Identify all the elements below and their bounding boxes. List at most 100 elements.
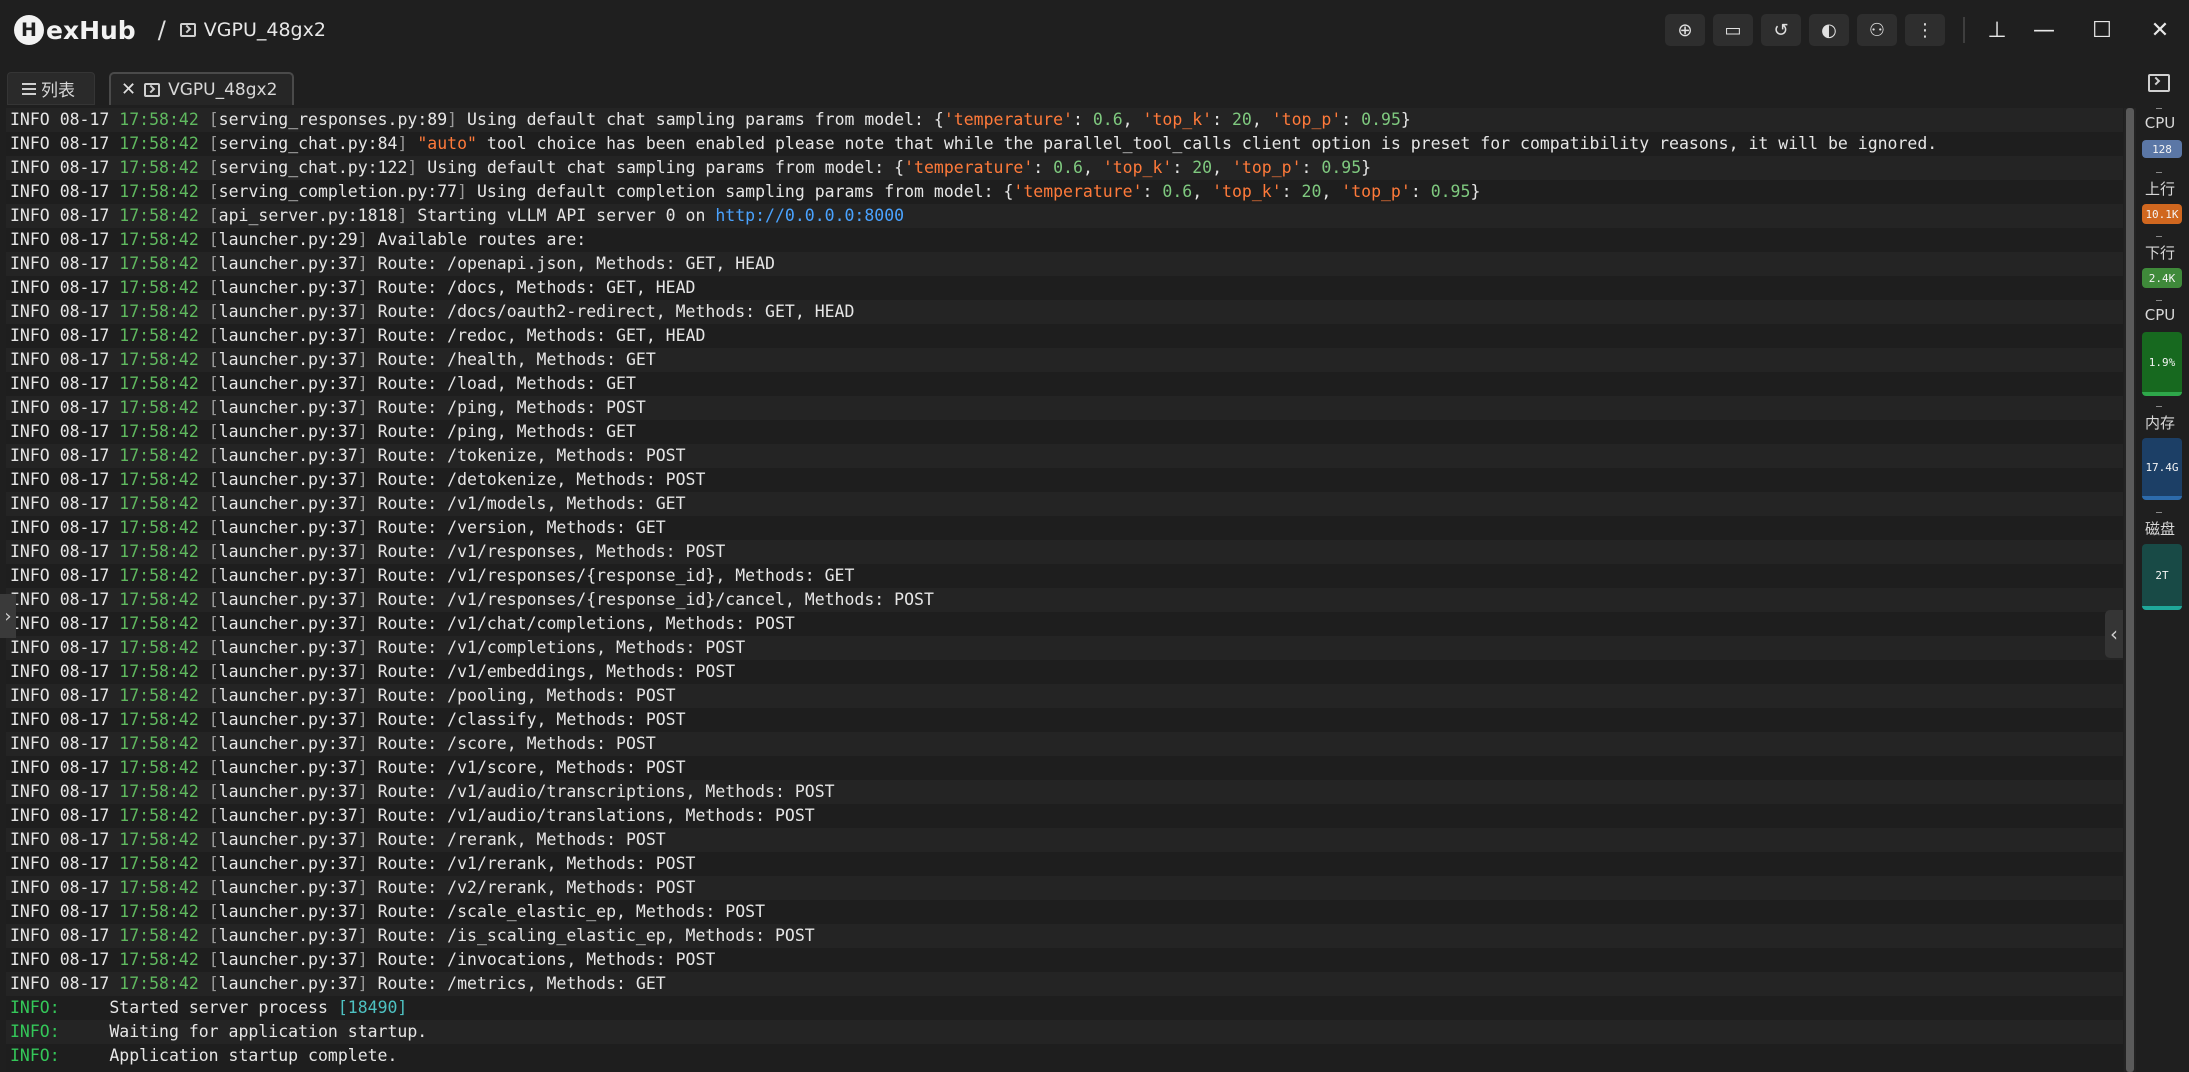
bracket: [	[208, 494, 219, 513]
bracket: ]	[357, 302, 368, 321]
minimize-button[interactable]: —	[2015, 0, 2073, 60]
log-line: INFO 08-17 17:58:42 [launcher.py:37] Rou…	[6, 948, 2123, 972]
bracket: ]	[357, 590, 368, 609]
log-source: launcher.py:37	[218, 902, 358, 921]
divider	[2156, 108, 2162, 109]
bracket: [	[208, 566, 219, 585]
cpu-cores-badge: 128	[2142, 140, 2182, 158]
log-message: Route: /health, Methods: GET	[367, 350, 656, 369]
close-window-button[interactable]: ✕	[2131, 0, 2189, 60]
log-level: INFO	[10, 758, 50, 777]
log-message: Route: /is_scaling_elastic_ep, Methods: …	[367, 926, 815, 945]
log-message: Route: /scale_elastic_ep, Methods: POST	[367, 902, 766, 921]
bracket: ]	[357, 518, 368, 537]
breadcrumb-host[interactable]: VGPU_48gx2	[179, 19, 326, 41]
bracket: ]	[357, 806, 368, 825]
tab-close-icon[interactable]: ✕	[121, 79, 136, 100]
log-line: INFO 08-17 17:58:42 [launcher.py:37] Rou…	[6, 804, 2123, 828]
bracket: ]	[397, 134, 408, 153]
download-button[interactable]: ⊕	[1665, 14, 1705, 46]
log-source: launcher.py:37	[218, 686, 358, 705]
terminal-output[interactable]: INFO 08-17 17:58:42 [serving_responses.p…	[6, 108, 2123, 1072]
log-message: Route: /v1/models, Methods: GET	[367, 494, 686, 513]
log-message: Using default completion sampling params…	[467, 182, 1004, 201]
bracket: [	[208, 206, 219, 225]
bracket: ]	[357, 926, 368, 945]
bracket: [	[208, 350, 219, 369]
log-source: launcher.py:37	[218, 854, 358, 873]
log-level: INFO:	[10, 1022, 60, 1041]
log-time: 17:58:42	[119, 350, 199, 369]
bracket: [	[208, 878, 219, 897]
bracket: [	[208, 374, 219, 393]
theme-toggle-button[interactable]: ◐	[1809, 14, 1849, 46]
log-message: Route: /v1/score, Methods: POST	[367, 758, 686, 777]
log-level: INFO	[10, 878, 50, 897]
bracket: [	[208, 278, 219, 297]
log-date: 08-17	[59, 950, 110, 969]
more-button[interactable]: ⋮	[1905, 14, 1945, 46]
log-line: INFO 08-17 17:58:42 [launcher.py:37] Rou…	[6, 924, 2123, 948]
terminal-scrollbar[interactable]	[2124, 108, 2136, 1072]
log-line: INFO 08-17 17:58:42 [launcher.py:37] Rou…	[6, 876, 2123, 900]
log-line: INFO 08-17 17:58:42 [launcher.py:37] Rou…	[6, 348, 2123, 372]
tab-host-session[interactable]: ✕ VGPU_48gx2	[109, 72, 294, 105]
param-key: 'top_k'	[1102, 158, 1173, 177]
maximize-button[interactable]: ☐	[2073, 0, 2131, 60]
scrollbar-thumb[interactable]	[2126, 108, 2134, 1072]
log-time: 17:58:42	[119, 566, 199, 585]
log-date: 08-17	[59, 110, 110, 129]
tab-list[interactable]: 列表	[7, 72, 95, 105]
bracket: [	[208, 854, 219, 873]
log-line: INFO 08-17 17:58:42 [launcher.py:37] Rou…	[6, 564, 2123, 588]
log-source: launcher.py:37	[218, 926, 358, 945]
log-time: 17:58:42	[119, 302, 199, 321]
log-line: INFO 08-17 17:58:42 [launcher.py:29] Ava…	[6, 228, 2123, 252]
history-icon: ↺	[1773, 19, 1789, 41]
app-logo[interactable]: H exHub	[14, 15, 136, 45]
log-date: 08-17	[59, 758, 110, 777]
left-panel-handle[interactable]: ›	[0, 594, 16, 638]
log-source: launcher.py:37	[218, 542, 358, 561]
bracket: ]	[357, 470, 368, 489]
memory-label: 内存	[2144, 414, 2175, 432]
log-message: Route: /load, Methods: GET	[367, 374, 636, 393]
cpu-usage-label: CPU	[2144, 306, 2176, 324]
bracket: ]	[357, 758, 368, 777]
log-time: 17:58:42	[119, 830, 199, 849]
maximize-icon: ☐	[2092, 17, 2112, 43]
bracket: ]	[357, 374, 368, 393]
bracket: [	[208, 734, 219, 753]
log-date: 08-17	[59, 782, 110, 801]
log-date: 08-17	[59, 326, 110, 345]
tab-host-label: VGPU_48gx2	[168, 79, 278, 100]
log-time: 17:58:42	[119, 806, 199, 825]
terminal-icon[interactable]	[2148, 74, 2170, 92]
bracket: [	[208, 782, 219, 801]
log-time: 17:58:42	[119, 590, 199, 609]
log-message: Available routes are:	[367, 230, 587, 249]
log-time: 17:58:42	[119, 974, 199, 993]
bracket: ]	[357, 494, 368, 513]
bracket: ]	[397, 206, 408, 225]
history-button[interactable]: ↺	[1761, 14, 1801, 46]
user-settings-button[interactable]: ⚇	[1857, 14, 1897, 46]
log-date: 08-17	[59, 902, 110, 921]
tab-list-label: 列表	[41, 81, 75, 101]
pin-button[interactable]: ⊥	[1979, 0, 2015, 60]
log-source: launcher.py:37	[218, 350, 358, 369]
log-message: Route: /v1/embeddings, Methods: POST	[367, 662, 736, 681]
monitor-collapse-handle[interactable]: ‹	[2105, 610, 2123, 658]
log-line: INFO 08-17 17:58:42 [launcher.py:37] Rou…	[6, 468, 2123, 492]
bracket: ]	[357, 278, 368, 297]
log-level: INFO	[10, 470, 50, 489]
server-url-link[interactable]: http://0.0.0.0:8000	[715, 206, 904, 225]
param-value: 20	[1231, 110, 1252, 129]
bracket: ]	[357, 446, 368, 465]
monitor-button[interactable]: ▭	[1713, 14, 1753, 46]
log-line: INFO 08-17 17:58:42 [launcher.py:37] Rou…	[6, 372, 2123, 396]
param-key: 'top_p'	[1271, 110, 1342, 129]
param-value: 20	[1301, 182, 1322, 201]
log-time: 17:58:42	[119, 854, 199, 873]
log-time: 17:58:42	[119, 446, 199, 465]
